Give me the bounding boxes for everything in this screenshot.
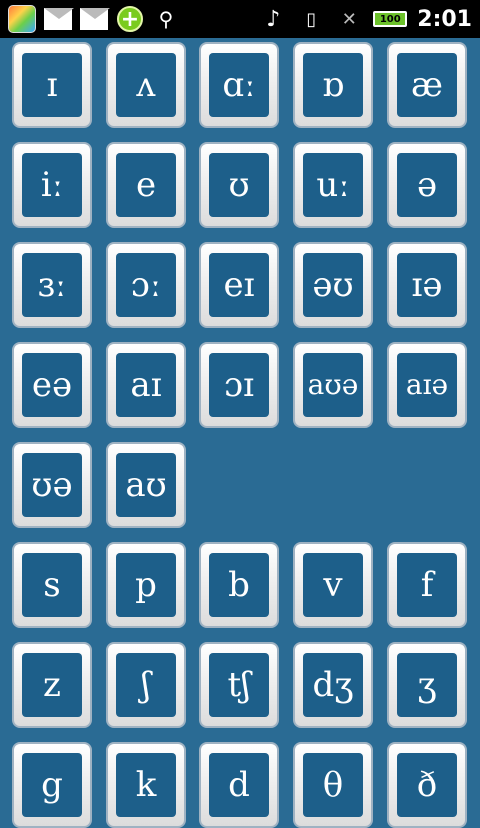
phoneme-tile[interactable]: æ [387, 42, 467, 128]
phoneme-tile[interactable]: θ [293, 742, 373, 828]
phoneme-symbol: s [22, 553, 82, 617]
phoneme-tile[interactable]: k [106, 742, 186, 828]
phoneme-tile[interactable]: ə [387, 142, 467, 228]
phoneme-tile[interactable]: ʊə [12, 442, 92, 528]
phoneme-symbol: ɒ [303, 53, 363, 117]
phoneme-symbol: g [22, 753, 82, 817]
phoneme-symbol: ɔː [116, 253, 176, 317]
phoneme-tile[interactable]: p [106, 542, 186, 628]
phoneme-symbol: æ [397, 53, 457, 117]
phoneme-symbol: ə [397, 153, 457, 217]
phoneme-tile[interactable]: uː [293, 142, 373, 228]
phoneme-symbol: əʊ [303, 253, 363, 317]
no-signal-icon: ✕ [341, 8, 357, 30]
phoneme-symbol: p [116, 553, 176, 617]
phoneme-symbol: uː [303, 153, 363, 217]
sd-card-icon: ▯ [306, 8, 317, 30]
phoneme-symbol: ɪə [397, 253, 457, 317]
phoneme-tile[interactable]: f [387, 542, 467, 628]
phoneme-symbol: aɪə [397, 353, 457, 417]
phoneme-tile[interactable]: ɔɪ [199, 342, 279, 428]
phoneme-tile[interactable]: dʒ [293, 642, 373, 728]
phoneme-symbol: aɪ [116, 353, 176, 417]
phoneme-tile[interactable]: ð [387, 742, 467, 828]
phoneme-tile[interactable]: ɔː [106, 242, 186, 328]
music-off-icon: ♪ [266, 6, 281, 32]
status-bar: + ⚲ ♪ ▯ ✕ 100 2:01 [0, 0, 480, 38]
phoneme-tile[interactable]: aɪə [387, 342, 467, 428]
phoneme-tile[interactable]: ɪə [387, 242, 467, 328]
phoneme-tile[interactable]: ɜː [12, 242, 92, 328]
phoneme-symbol: ʊə [22, 453, 82, 517]
phoneme-tile[interactable]: v [293, 542, 373, 628]
phoneme-symbol: θ [303, 753, 363, 817]
phoneme-symbol: ʒ [397, 653, 457, 717]
phoneme-tile[interactable]: g [12, 742, 92, 828]
phoneme-symbol: aʊ [116, 453, 176, 517]
phoneme-tile[interactable]: ʃ [106, 642, 186, 728]
phoneme-tile[interactable]: b [199, 542, 279, 628]
phoneme-symbol: ʃ [116, 653, 176, 717]
phoneme-tile[interactable]: ʌ [106, 42, 186, 128]
phoneme-tile[interactable]: e [106, 142, 186, 228]
phoneme-symbol: e [116, 153, 176, 217]
phoneme-symbol: ð [397, 753, 457, 817]
phoneme-tile[interactable]: tʃ [199, 642, 279, 728]
phoneme-symbol: tʃ [209, 653, 269, 717]
phoneme-symbol: eɪ [209, 253, 269, 317]
phoneme-tile[interactable]: z [12, 642, 92, 728]
phoneme-symbol: ɜː [22, 253, 82, 317]
phoneme-tile[interactable]: eɪ [199, 242, 279, 328]
phoneme-tile[interactable]: ɒ [293, 42, 373, 128]
phoneme-symbol: eə [22, 353, 82, 417]
phoneme-tile[interactable]: aʊ [106, 442, 186, 528]
usb-icon: ⚲ [158, 7, 174, 31]
phoneme-symbol: b [209, 553, 269, 617]
phoneme-tile[interactable]: d [199, 742, 279, 828]
mail-icon[interactable] [80, 5, 110, 33]
phoneme-tile[interactable]: s [12, 542, 92, 628]
phoneme-tile[interactable]: iː [12, 142, 92, 228]
phoneme-symbol: iː [22, 153, 82, 217]
phoneme-tile[interactable]: ʒ [387, 642, 467, 728]
phoneme-symbol: k [116, 753, 176, 817]
app-icon[interactable] [8, 5, 36, 33]
phoneme-tile[interactable]: ʊ [199, 142, 279, 228]
phoneme-symbol: ʊ [209, 153, 269, 217]
phoneme-tile[interactable]: aʊə [293, 342, 373, 428]
phoneme-symbol: d [209, 753, 269, 817]
phoneme-tile[interactable]: ɪ [12, 42, 92, 128]
plus-icon[interactable]: + [116, 5, 144, 33]
phoneme-symbol: f [397, 553, 457, 617]
phoneme-tile[interactable]: aɪ [106, 342, 186, 428]
phoneme-symbol: ɑː [209, 53, 269, 117]
phoneme-tile[interactable]: ɑː [199, 42, 279, 128]
phoneme-symbol: z [22, 653, 82, 717]
phoneme-tile[interactable]: əʊ [293, 242, 373, 328]
phoneme-symbol: ɔɪ [209, 353, 269, 417]
battery-icon: 100 [373, 11, 408, 27]
phoneme-tile[interactable]: eə [12, 342, 92, 428]
phoneme-symbol: ʌ [116, 53, 176, 117]
phoneme-symbol: dʒ [303, 653, 363, 717]
mail-icon[interactable] [44, 5, 74, 33]
phoneme-symbol: ɪ [22, 53, 82, 117]
status-time: 2:01 [417, 6, 472, 32]
phoneme-symbol: aʊə [303, 353, 363, 417]
phoneme-symbol: v [303, 553, 363, 617]
